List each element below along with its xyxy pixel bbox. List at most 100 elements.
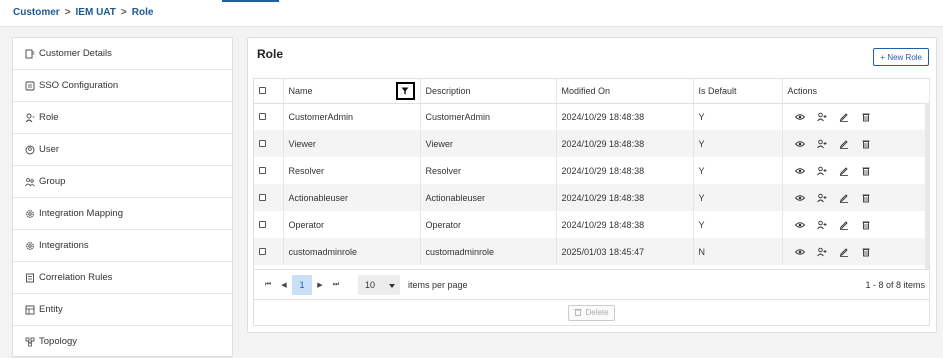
cell-modified-on: 2024/10/29 18:48:38 <box>556 184 694 211</box>
cell-modified-on: 2024/10/29 18:48:38 <box>556 211 694 238</box>
edit-icon[interactable] <box>839 112 849 122</box>
row-select-cell[interactable] <box>254 157 284 184</box>
row-checkbox[interactable] <box>259 193 266 201</box>
table-row[interactable]: Operator Operator 2024/10/29 18:48:38 Y <box>254 211 930 238</box>
trash-icon[interactable] <box>861 247 871 257</box>
scrollbar[interactable] <box>925 103 929 269</box>
breadcrumb-role: Role <box>131 7 154 18</box>
settings-sidebar: Customer Details SSO Configuration Role … <box>12 37 233 358</box>
header-select-all[interactable] <box>254 79 284 104</box>
row-checkbox[interactable] <box>259 220 266 228</box>
row-checkbox[interactable] <box>259 166 266 174</box>
trash-icon[interactable] <box>861 139 871 149</box>
breadcrumb-iem-uat[interactable]: IEM UAT <box>76 7 116 18</box>
cell-name: CustomerAdmin <box>283 103 421 130</box>
filter-icon[interactable] <box>395 82 415 100</box>
assign-user-icon[interactable] <box>816 220 827 230</box>
cell-description: CustomerAdmin <box>420 103 557 130</box>
assign-user-icon[interactable] <box>816 112 827 122</box>
column-header-label: Name <box>288 85 313 96</box>
cell-actions <box>782 184 930 211</box>
sidebar-item-label: Integration Mapping <box>39 208 123 219</box>
role-table: Name Description Modified On Is Default … <box>254 79 930 265</box>
row-select-cell[interactable] <box>254 103 284 130</box>
sidebar-item-role[interactable]: Role <box>13 102 232 134</box>
sidebar-item-correlation-rules[interactable]: Correlation Rules <box>13 262 232 294</box>
trash-icon[interactable] <box>861 193 871 203</box>
sidebar-item-label: Customer Details <box>39 48 112 59</box>
view-icon[interactable] <box>794 193 805 203</box>
cell-is-default: Y <box>693 103 783 130</box>
row-select-cell[interactable] <box>254 130 284 157</box>
sidebar-item-user[interactable]: User <box>13 134 232 166</box>
breadcrumb: Customer > IEM UAT > Role <box>13 7 153 18</box>
row-select-cell[interactable] <box>254 211 284 238</box>
column-header-label: Description <box>425 85 471 96</box>
table-row[interactable]: customadminrole customadminrole 2025/01/03… <box>254 238 930 265</box>
row-select-cell[interactable] <box>254 184 284 211</box>
sidebar-item-group[interactable]: Group <box>13 166 232 198</box>
edit-icon[interactable] <box>839 220 849 230</box>
cell-name: customadminrole <box>283 238 421 265</box>
view-icon[interactable] <box>794 220 805 230</box>
items-per-page-value: 10 <box>365 279 376 290</box>
cell-actions <box>782 103 930 130</box>
role-grid: Name Description Modified On Is Default … <box>253 78 930 326</box>
breadcrumb-customer[interactable]: Customer <box>13 7 60 18</box>
edit-icon[interactable] <box>839 247 849 257</box>
last-page-button[interactable]: ⏭ <box>328 275 344 295</box>
table-row[interactable]: Actionableuser Actionableuser 2024/10/29 1… <box>254 184 930 211</box>
assign-user-icon[interactable] <box>816 166 827 176</box>
sidebar-item-integration-mapping[interactable]: Integration Mapping <box>13 198 232 230</box>
topology-icon <box>24 336 35 347</box>
cell-modified-on: 2024/10/29 18:48:38 <box>556 130 694 157</box>
sidebar-item-entity[interactable]: Entity <box>13 294 232 326</box>
assign-user-icon[interactable] <box>816 247 827 257</box>
table-row[interactable]: Viewer Viewer 2024/10/29 18:48:38 Y <box>254 130 930 157</box>
page-number-button[interactable]: 1 <box>292 274 312 295</box>
delete-button[interactable]: Delete <box>568 304 615 321</box>
view-icon[interactable] <box>794 166 805 176</box>
next-page-button[interactable]: ▶ <box>312 275 328 295</box>
row-checkbox[interactable] <box>259 112 266 120</box>
view-icon[interactable] <box>794 112 805 122</box>
row-checkbox[interactable] <box>259 247 266 255</box>
sidebar-item-sso-configuration[interactable]: SSO Configuration <box>13 70 232 102</box>
sidebar-item-topology[interactable]: Topology <box>13 326 232 358</box>
sidebar-item-customer-details[interactable]: Customer Details <box>13 38 232 70</box>
header-modified-on[interactable]: Modified On <box>556 79 694 104</box>
row-checkbox[interactable] <box>259 139 266 147</box>
edit-icon[interactable] <box>839 166 849 176</box>
sidebar-item-label: Entity <box>39 304 63 315</box>
assign-user-icon[interactable] <box>816 193 827 203</box>
trash-icon[interactable] <box>861 112 871 122</box>
grid-footer: Delete <box>254 299 929 325</box>
edit-icon[interactable] <box>839 139 849 149</box>
trash-icon[interactable] <box>861 220 871 230</box>
new-role-button[interactable]: + New Role <box>873 48 929 66</box>
cell-is-default: N <box>693 238 783 265</box>
view-icon[interactable] <box>794 247 805 257</box>
cell-name: Actionableuser <box>283 184 421 211</box>
trash-icon[interactable] <box>861 166 871 176</box>
prev-page-button[interactable]: ◀ <box>276 275 292 295</box>
view-icon[interactable] <box>794 139 805 149</box>
select-all-checkbox[interactable] <box>259 86 266 94</box>
assign-user-icon[interactable] <box>816 139 827 149</box>
row-select-cell[interactable] <box>254 238 284 265</box>
first-page-button[interactable]: ⏮ <box>260 275 276 295</box>
panel-title: Role <box>257 47 284 61</box>
delete-label: Delete <box>585 308 609 317</box>
sso-icon <box>24 80 35 91</box>
breadcrumb-separator: > <box>120 7 127 18</box>
edit-icon[interactable] <box>839 193 849 203</box>
rules-icon <box>24 272 35 283</box>
header-name[interactable]: Name <box>283 79 421 104</box>
items-per-page-select[interactable]: 10 <box>358 274 400 295</box>
table-row[interactable]: CustomerAdmin CustomerAdmin 2024/10/29 18:… <box>254 103 930 130</box>
header-is-default[interactable]: Is Default <box>693 79 783 104</box>
sidebar-item-integrations[interactable]: Integrations <box>13 230 232 262</box>
cell-name: Operator <box>283 211 421 238</box>
header-description[interactable]: Description <box>420 79 557 104</box>
table-row[interactable]: Resolver Resolver 2024/10/29 18:48:38 Y <box>254 157 930 184</box>
